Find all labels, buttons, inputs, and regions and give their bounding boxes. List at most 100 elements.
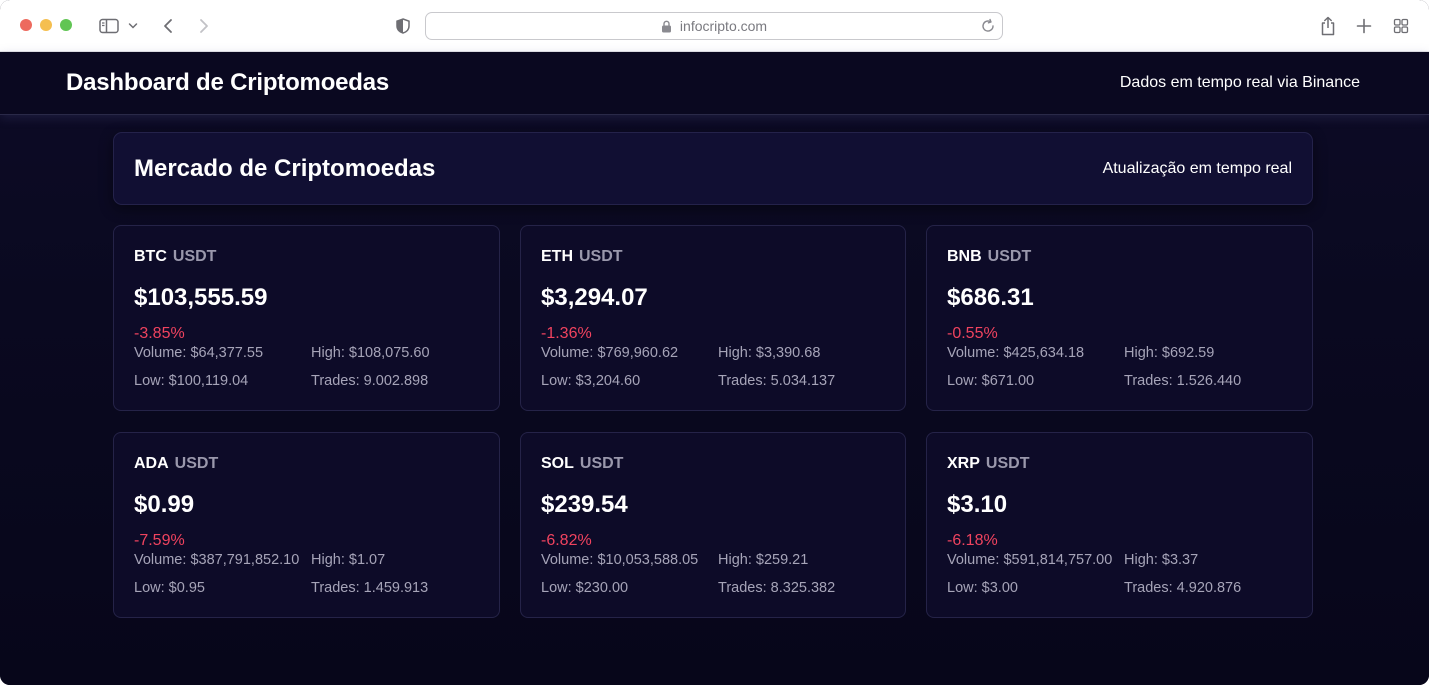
privacy-shield-icon[interactable] — [393, 14, 413, 38]
trading-pair: ETH USDT — [541, 248, 623, 266]
quote-symbol: USDT — [985, 455, 1030, 472]
reload-icon[interactable] — [980, 18, 996, 34]
trades-label: Trades: — [718, 580, 767, 596]
coin-card[interactable]: ETH USDT $3,294.07 -1.36% Volume: $769,96… — [520, 225, 906, 411]
coin-card[interactable]: BNB USDT $686.31 -0.55% Volume: $425,634.… — [926, 225, 1313, 411]
header-subtitle: Dados em tempo real via Binance — [1119, 74, 1360, 91]
trades-label: Trades: — [1124, 580, 1173, 596]
low-label: Low: — [541, 580, 572, 596]
coin-card[interactable]: BTC USDT $103,555.59 -3.85% Volume: $64,3… — [113, 225, 500, 411]
low-value: $100,119.04 — [168, 373, 249, 389]
price-change: -3.85% — [134, 325, 185, 342]
price-change: -7.59% — [134, 532, 185, 549]
low-stat: Low: $671.00 — [947, 373, 1034, 389]
volume-value: $769,960.62 — [597, 345, 679, 361]
trades-value: 8.325.382 — [770, 580, 836, 596]
high-value: $692.59 — [1161, 345, 1215, 361]
low-label: Low: — [947, 580, 978, 596]
tab-overview-icon[interactable] — [1391, 14, 1411, 38]
low-stat: Low: $3,204.60 — [541, 373, 640, 389]
app-header: Dashboard de Criptomoedas Dados em tempo… — [0, 52, 1429, 115]
trades-label: Trades: — [1124, 373, 1173, 389]
back-arrow-icon[interactable] — [158, 14, 178, 38]
high-stat: High: $259.21 — [718, 552, 808, 568]
high-value: $3.37 — [1161, 552, 1199, 568]
volume-stat: Volume: $64,377.55 — [134, 345, 263, 361]
high-value: $108,075.60 — [348, 345, 430, 361]
low-label: Low: — [134, 580, 165, 596]
trading-pair: SOL USDT — [541, 455, 623, 473]
volume-label: Volume: — [947, 345, 1000, 361]
volume-stat: Volume: $591,814,757.00 — [947, 552, 1112, 568]
close-window-button[interactable] — [20, 19, 32, 31]
quote-symbol: USDT — [987, 248, 1032, 265]
plus-icon[interactable] — [1354, 14, 1374, 38]
volume-value: $64,377.55 — [190, 345, 264, 361]
low-stat: Low: $100,119.04 — [134, 373, 248, 389]
volume-stat: Volume: $387,791,852.10 — [134, 552, 299, 568]
quote-symbol: USDT — [174, 455, 219, 472]
base-symbol: XRP — [947, 455, 980, 472]
trades-stat: Trades: 1.526.440 — [1124, 373, 1241, 389]
trades-value: 5.034.137 — [770, 373, 836, 389]
lock-icon — [661, 19, 675, 33]
high-label: High: — [718, 552, 752, 568]
sidebar-icon[interactable] — [96, 14, 122, 38]
share-icon[interactable] — [1318, 14, 1338, 38]
high-stat: High: $3,390.68 — [718, 345, 820, 361]
browser-toolbar: infocripto.com — [0, 0, 1429, 52]
coin-price: $0.99 — [134, 491, 195, 518]
volume-value: $387,791,852.10 — [190, 552, 300, 568]
low-value: $3.00 — [981, 580, 1018, 596]
coin-card[interactable]: SOL USDT $239.54 -6.82% Volume: $10,053,5… — [520, 432, 906, 618]
minimize-window-button[interactable] — [40, 19, 52, 31]
volume-stat: Volume: $769,960.62 — [541, 345, 678, 361]
volume-label: Volume: — [541, 345, 594, 361]
trading-pair: XRP USDT — [947, 455, 1029, 473]
market-title: Mercado de Criptomoedas — [134, 155, 436, 182]
coin-price: $239.54 — [541, 491, 628, 518]
high-value: $259.21 — [755, 552, 809, 568]
high-label: High: — [311, 552, 345, 568]
base-symbol: ADA — [134, 455, 169, 472]
trading-pair: BTC USDT — [134, 248, 216, 266]
coin-price: $3,294.07 — [541, 284, 648, 311]
page-title: Dashboard de Criptomoedas — [66, 69, 390, 96]
market-panel: Mercado de Criptomoedas Atualização em t… — [113, 132, 1313, 205]
coin-card[interactable]: ADA USDT $0.99 -7.59% Volume: $387,791,85… — [113, 432, 500, 618]
base-symbol: SOL — [541, 455, 574, 472]
coin-price: $103,555.59 — [134, 284, 268, 311]
chevron-down-icon[interactable] — [126, 14, 140, 38]
quote-symbol: USDT — [579, 248, 623, 265]
zoom-window-button[interactable] — [60, 19, 72, 31]
volume-label: Volume: — [541, 552, 594, 568]
low-label: Low: — [134, 373, 165, 389]
trades-label: Trades: — [311, 373, 360, 389]
low-value: $3,204.60 — [575, 373, 641, 389]
trades-value: 4.920.876 — [1176, 580, 1242, 596]
address-bar[interactable]: infocripto.com — [425, 12, 1003, 40]
high-label: High: — [718, 345, 752, 361]
base-symbol: BNB — [947, 248, 982, 265]
browser-window: infocripto.com Dashboard de Criptomoedas… — [0, 0, 1429, 685]
volume-value: $10,053,588.05 — [597, 552, 699, 568]
high-value: $1.07 — [348, 552, 386, 568]
low-value: $230.00 — [575, 580, 629, 596]
price-change: -0.55% — [947, 325, 998, 342]
trades-stat: Trades: 1.459.913 — [311, 580, 428, 596]
low-stat: Low: $230.00 — [541, 580, 628, 596]
trades-value: 9.002.898 — [363, 373, 429, 389]
high-value: $3,390.68 — [755, 345, 821, 361]
trades-label: Trades: — [311, 580, 360, 596]
forward-arrow-icon[interactable] — [194, 14, 214, 38]
volume-stat: Volume: $425,634.18 — [947, 345, 1084, 361]
low-label: Low: — [541, 373, 572, 389]
coin-card[interactable]: XRP USDT $3.10 -6.18% Volume: $591,814,75… — [926, 432, 1313, 618]
trades-stat: Trades: 4.920.876 — [1124, 580, 1241, 596]
high-stat: High: $692.59 — [1124, 345, 1214, 361]
trades-stat: Trades: 8.325.382 — [718, 580, 835, 596]
high-label: High: — [1124, 552, 1158, 568]
trades-label: Trades: — [718, 373, 767, 389]
trading-pair: ADA USDT — [134, 455, 218, 473]
base-symbol: BTC — [134, 248, 167, 265]
